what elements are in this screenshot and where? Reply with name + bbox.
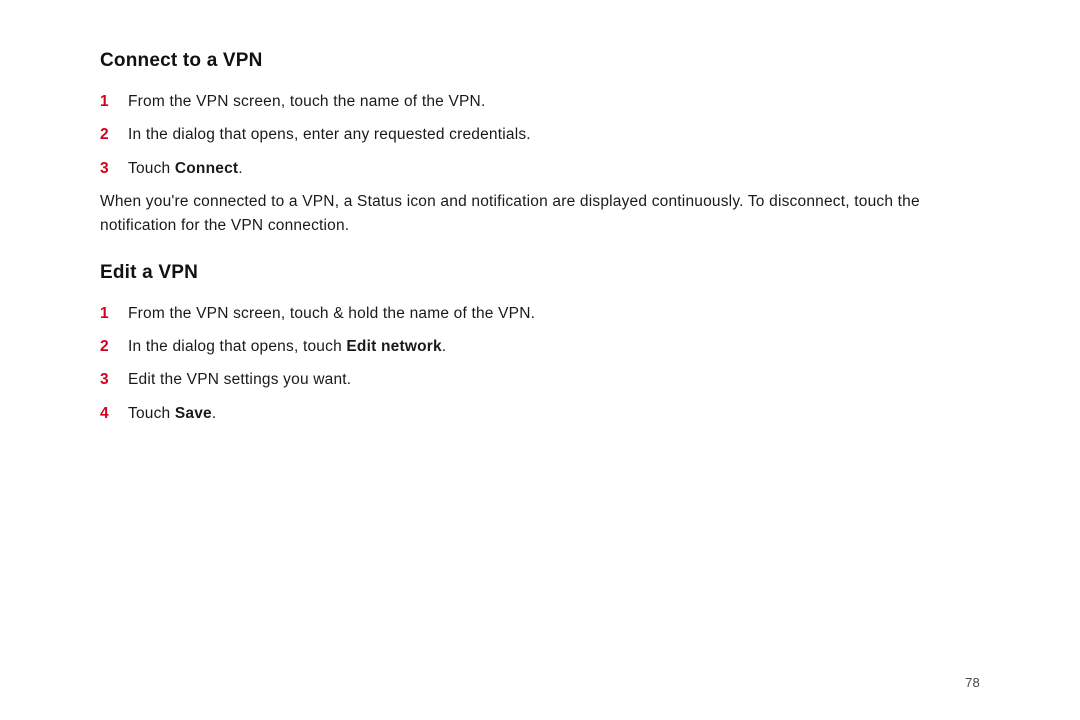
step-number: 2: [100, 123, 128, 146]
section-heading-connect: Connect to a VPN: [100, 50, 980, 72]
step-prefix: Touch: [128, 160, 175, 177]
step-row: 3 Touch Connect.: [100, 157, 980, 180]
step-number: 3: [100, 157, 128, 180]
page-number: 78: [965, 675, 980, 690]
section-paragraph: When you're connected to a VPN, a Status…: [100, 190, 980, 238]
step-suffix: .: [238, 160, 243, 177]
step-text: Edit the VPN settings you want.: [128, 368, 980, 391]
step-text: Touch Connect.: [128, 157, 980, 180]
step-prefix: In the dialog that opens, touch: [128, 338, 346, 355]
step-text: Touch Save.: [128, 402, 980, 425]
step-text: In the dialog that opens, enter any requ…: [128, 123, 980, 146]
step-bold: Save: [175, 405, 212, 422]
section-heading-edit: Edit a VPN: [100, 262, 980, 284]
step-text: In the dialog that opens, touch Edit net…: [128, 335, 980, 358]
step-prefix: Touch: [128, 405, 175, 422]
step-row: 4 Touch Save.: [100, 402, 980, 425]
step-number: 2: [100, 335, 128, 358]
step-text: From the VPN screen, touch the name of t…: [128, 90, 980, 113]
step-row: 1 From the VPN screen, touch the name of…: [100, 90, 980, 113]
step-row: 3 Edit the VPN settings you want.: [100, 368, 980, 391]
step-bold: Connect: [175, 160, 238, 177]
step-number: 3: [100, 368, 128, 391]
step-text: From the VPN screen, touch & hold the na…: [128, 302, 980, 325]
step-bold: Edit network: [346, 338, 441, 355]
step-row: 1 From the VPN screen, touch & hold the …: [100, 302, 980, 325]
step-row: 2 In the dialog that opens, touch Edit n…: [100, 335, 980, 358]
step-suffix: .: [442, 338, 447, 355]
step-row: 2 In the dialog that opens, enter any re…: [100, 123, 980, 146]
step-number: 1: [100, 90, 128, 113]
step-number: 1: [100, 302, 128, 325]
step-number: 4: [100, 402, 128, 425]
step-suffix: .: [212, 405, 217, 422]
